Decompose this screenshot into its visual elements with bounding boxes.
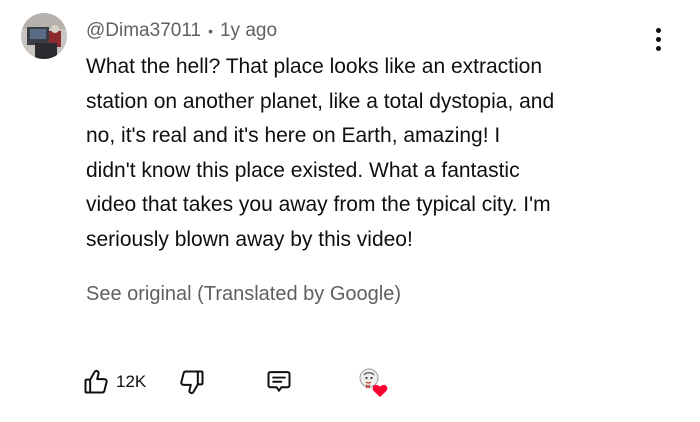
creator-heart: [355, 362, 391, 402]
comment-line: video that takes you away from the typic…: [86, 193, 551, 216]
more-vertical-icon: [655, 27, 661, 33]
like-button[interactable]: 12K: [82, 362, 146, 402]
more-vertical-icon-dot-2: [655, 36, 661, 42]
comment-line: station on another planet, like a total …: [86, 89, 555, 113]
reply-button[interactable]: [265, 362, 293, 402]
comment-action-bar: 12K: [80, 362, 420, 402]
creator-heart-icon: [359, 368, 388, 397]
comment-body: What the hell? That place looks like an …: [86, 50, 656, 257]
author-name[interactable]: @Dima37011: [86, 20, 201, 42]
dislike-button[interactable]: [178, 362, 206, 402]
comment-line: What the hell? That place looks like an …: [86, 55, 543, 78]
author-avatar[interactable]: [21, 13, 67, 59]
comment-line: seriously blown away by this video!: [86, 227, 413, 251]
see-original-link[interactable]: See original (Translated by Google): [86, 283, 401, 306]
like-count: 12K: [116, 372, 147, 391]
comment-timestamp[interactable]: 1y ago: [220, 20, 277, 42]
comment-header: @Dima37011 • 1y ago: [86, 17, 277, 45]
thumbs-up-icon: [84, 369, 108, 394]
comment-line: didn't know this place existed. What a f…: [86, 158, 520, 182]
comment-thread-item: @Dima37011 • 1y ago What the hell? That …: [0, 0, 700, 422]
comment-line: no, it's real and it's here on Earth, am…: [86, 124, 501, 147]
avatar-image: [21, 13, 67, 59]
thumbs-down-icon: [180, 370, 204, 395]
header-separator: •: [208, 23, 213, 39]
reply-comment-icon: [267, 371, 291, 392]
more-vertical-icon-dot-3: [655, 45, 661, 51]
